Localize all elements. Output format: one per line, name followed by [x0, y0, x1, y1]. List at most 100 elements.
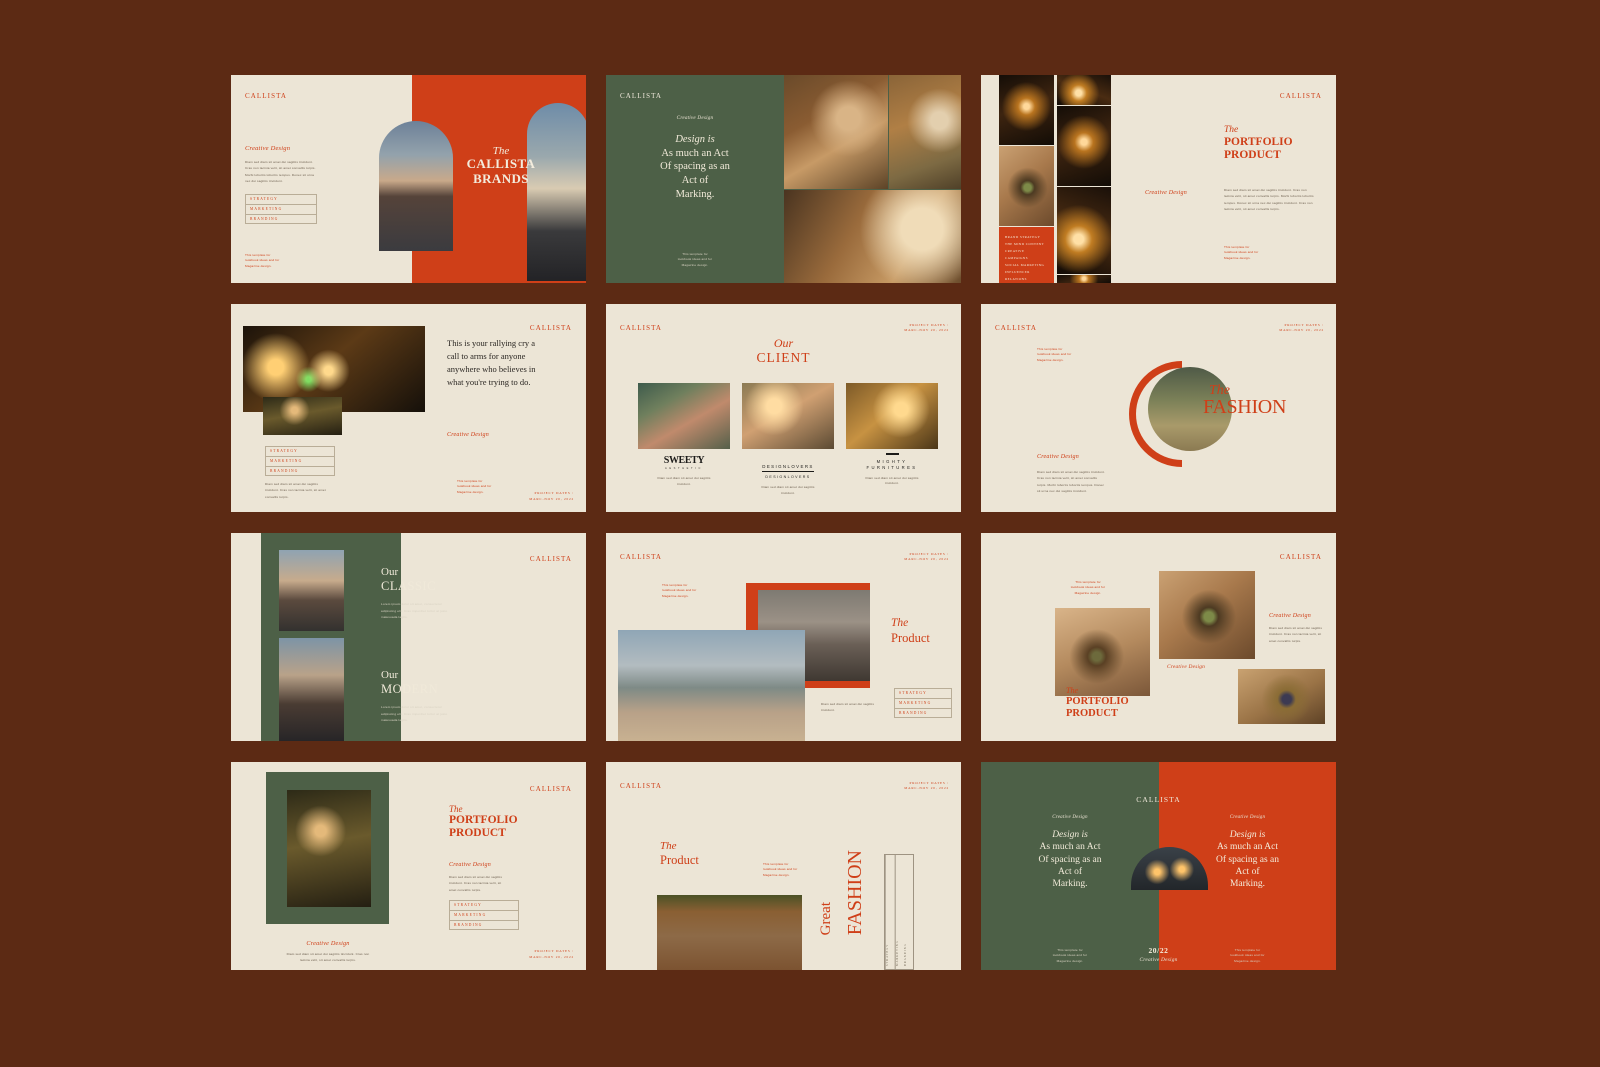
sidebar-item[interactable]: THE MIND CONTENT [1005, 241, 1054, 248]
slide-title: The PORTFOLIO PRODUCT [449, 804, 518, 840]
service-list[interactable]: STRATEGY MARKETING BRANDING [894, 688, 952, 719]
slide-great-fashion[interactable]: CALLISTA PROJECT DATES : MARC-NOV 20, 20… [606, 762, 961, 970]
quote-line-1: Design is [1052, 830, 1088, 840]
brand-logo: CALLISTA [620, 553, 663, 561]
block-eyebrow: Our [381, 566, 399, 578]
photo-classic [279, 550, 344, 631]
photo-beach-girl [618, 630, 805, 741]
block-classic: Our CLASSIC Lorem ipsum dolor sit amet, … [381, 566, 451, 621]
list-item[interactable]: STRATEGY [450, 901, 518, 911]
client-logo: DESIGNLOVERS [762, 464, 814, 472]
slide-classic-modern[interactable]: CALLISTA Our CLASSIC Lorem ipsum dolor s… [231, 533, 586, 741]
slide-callista-brands[interactable]: CALLISTA Creative Design Diam sed diam s… [231, 75, 586, 283]
body-text: Diam sed diam sit amet dui sagittis tinc… [1269, 626, 1323, 643]
footnote: This template for lookbook ideas and for… [1070, 580, 1106, 595]
body-text: Diam sed diam sit amet dui sagittis tinc… [245, 160, 316, 184]
presentation-board: CALLISTA Creative Design Diam sed diam s… [0, 0, 1600, 1067]
block-title: CLASSIC [381, 579, 436, 594]
title-line-3: BRANDS [473, 170, 529, 186]
list-item[interactable]: BRANDING [266, 467, 334, 476]
list-item[interactable]: STRATEGY [266, 447, 334, 457]
quote-line-2: As much an Act [661, 147, 729, 159]
brand-logo: CALLISTA [1136, 795, 1181, 804]
list-item[interactable]: MARKETING [246, 205, 316, 215]
list-item[interactable]: MARKETING [266, 457, 334, 467]
eyebrow-creative-design: Creative Design [1145, 190, 1187, 196]
block-body: Lorem ipsum dolor sit amet, consectetur … [381, 705, 448, 723]
dates-line-2: MARC-NOV 20, 2022 [529, 954, 574, 959]
client-logo-sub: DESIGNLOVERS [765, 475, 811, 479]
photo-mosaic-5 [1057, 187, 1111, 274]
quote-line-1: Design is [675, 134, 715, 145]
slide-title: The FASHION [1203, 383, 1286, 418]
vertical-list-item[interactable]: STRATEGY [885, 855, 895, 969]
sidebar-item[interactable]: BRAND STRATEGY [1005, 234, 1054, 241]
photo-mosaic-2 [999, 146, 1054, 226]
photo-eye-close [1238, 669, 1325, 724]
dates-line-2: MARC-NOV 20, 2022 [904, 786, 949, 791]
brand-logo: CALLISTA [620, 92, 663, 100]
list-item[interactable]: BRANDING [450, 921, 518, 930]
photo-caption: Creative Design [1167, 664, 1205, 670]
eyebrow-creative-design: Creative Design [449, 862, 491, 868]
vertical-list-item[interactable]: MARKETING [894, 855, 905, 969]
quote-block: Design is As much an Act Of spacing as a… [606, 133, 784, 201]
eyebrow-creative-design: Creative Design [1269, 613, 1311, 619]
photo-horse-1 [784, 75, 888, 189]
brand-logo: CALLISTA [529, 785, 572, 793]
list-item[interactable]: MARKETING [450, 911, 518, 921]
title-line-2: Product [660, 853, 699, 868]
caption: Diam sed diam sit amet dui sagittis tinc… [821, 702, 875, 713]
page-number-block: 20/22 Creative Design [981, 946, 1336, 963]
photo-client-1 [638, 383, 730, 449]
quote-line-3: Of spacing as an [1215, 854, 1280, 865]
title-line-2: CALLISTA [466, 156, 536, 172]
slide-the-product[interactable]: CALLISTA PROJECT DATES : MARC-NOV 20, 20… [606, 533, 961, 741]
title-line-2: Product [891, 630, 930, 645]
list-item[interactable]: MARKETING [895, 699, 951, 709]
sidebar-item[interactable]: RELATIONS [1005, 276, 1054, 283]
title-line-3: PRODUCT [449, 826, 506, 839]
list-item[interactable]: STRATEGY [246, 195, 316, 205]
quote-text: This is your rallying cry a call to arms… [447, 338, 536, 387]
sidebar-item[interactable]: SOCIAL MARKETING [1005, 262, 1054, 269]
list-item[interactable]: STRATEGY [895, 689, 951, 699]
slide-rallying-cry[interactable]: CALLISTA This is your rallying cry a cal… [231, 304, 586, 512]
slide-our-client[interactable]: CALLISTA PROJECT DATES : MARC-NOV 20, 20… [606, 304, 961, 512]
vertical-list[interactable]: STRATEGY MARKETING BRANDING [884, 854, 914, 970]
quote-line-5: Marking. [675, 188, 715, 200]
dates-line-2: MARC-NOV 20, 2022 [1279, 328, 1324, 333]
service-list[interactable]: STRATEGY MARKETING BRANDING [449, 900, 519, 931]
project-dates: PROJECT DATES : MARC-NOV 20, 2022 [529, 949, 574, 960]
slide-portfolio-eyes[interactable]: CALLISTA This template for lookbook idea… [981, 533, 1336, 741]
quote-line-2: As much an Act [1217, 842, 1278, 853]
sidebar-item[interactable]: CREATIVE [1005, 248, 1054, 255]
brand-logo: CALLISTA [1279, 92, 1322, 100]
vertical-list-item[interactable]: BRANDING [904, 855, 913, 969]
sidebar-item[interactable]: CAMPAIGNS [1005, 255, 1054, 262]
list-item[interactable]: BRANDING [246, 215, 316, 224]
service-list[interactable]: STRATEGY MARKETING BRANDING [265, 446, 335, 477]
list-item[interactable]: BRANDING [895, 709, 951, 718]
slide-portfolio-green-frame[interactable]: CALLISTA The PORTFOLIO PRODUCT Creative … [231, 762, 586, 970]
service-list[interactable]: STRATEGY MARKETING BRANDING [245, 194, 317, 225]
client-logo-sub: AESTHETIC [665, 467, 703, 470]
slide-design-is-split[interactable]: CALLISTA Creative Design Design is As mu… [981, 762, 1336, 970]
slide-design-is[interactable]: CALLISTA Creative Design Design is As mu… [606, 75, 961, 283]
sidebar-item[interactable]: INFLUENCER [1005, 269, 1054, 276]
photo-forest-portrait [287, 790, 371, 907]
slide-the-fashion[interactable]: CALLISTA PROJECT DATES : MARC-NOV 20, 20… [981, 304, 1336, 512]
photo-eye-green [1159, 571, 1255, 659]
photo-eye-soft [1055, 608, 1150, 696]
footnote: This template for lookbook ideas and for… [677, 252, 713, 267]
slide-portfolio-product-mosaic[interactable]: BRAND STRATEGY THE MIND CONTENT CREATIVE… [981, 75, 1336, 283]
eyebrow-creative-design: Creative Design [245, 145, 291, 152]
quote-line-3: Of spacing as an [660, 161, 730, 173]
title-line-2: PORTFOLIO [1224, 135, 1293, 148]
footnote: This template for lookbook ideas and for… [457, 479, 492, 494]
client-block-2: DESIGNLOVERS DESIGNLOVERS Diam sed diam … [742, 455, 834, 497]
quote-line-4: Act of [681, 174, 709, 186]
slide-title: The Product [660, 840, 699, 867]
photo-field-dress [657, 895, 802, 970]
quote-line-3: Of spacing as an [1038, 854, 1102, 865]
